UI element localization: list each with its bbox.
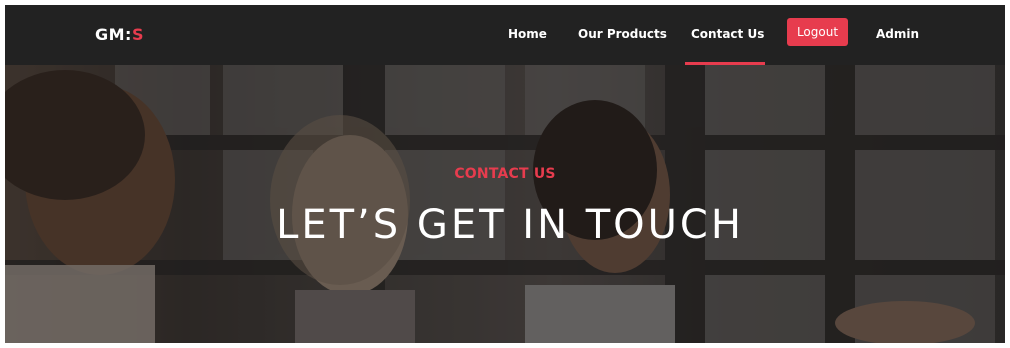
top-navbar: GM:S Home Our Products Contact Us Logout… [5,5,1005,65]
hero-eyebrow: CONTACT US [454,166,556,182]
logout-button[interactable]: Logout [787,18,848,46]
hero-headline: LET’S GET IN TOUCH [276,202,744,248]
logo-prefix: GM: [95,25,132,44]
nav-contact-link[interactable]: Contact Us [691,27,764,41]
hero-banner: CONTACT US LET’S GET IN TOUCH [5,65,1005,343]
brand-logo[interactable]: GM:S [95,25,144,44]
logo-suffix: S [131,25,144,44]
active-nav-indicator [685,62,765,65]
nav-home-link[interactable]: Home [508,27,547,41]
page: GM:S Home Our Products Contact Us Logout… [5,5,1005,343]
nav-admin-link[interactable]: Admin [876,27,919,41]
nav-products-link[interactable]: Our Products [578,27,667,41]
